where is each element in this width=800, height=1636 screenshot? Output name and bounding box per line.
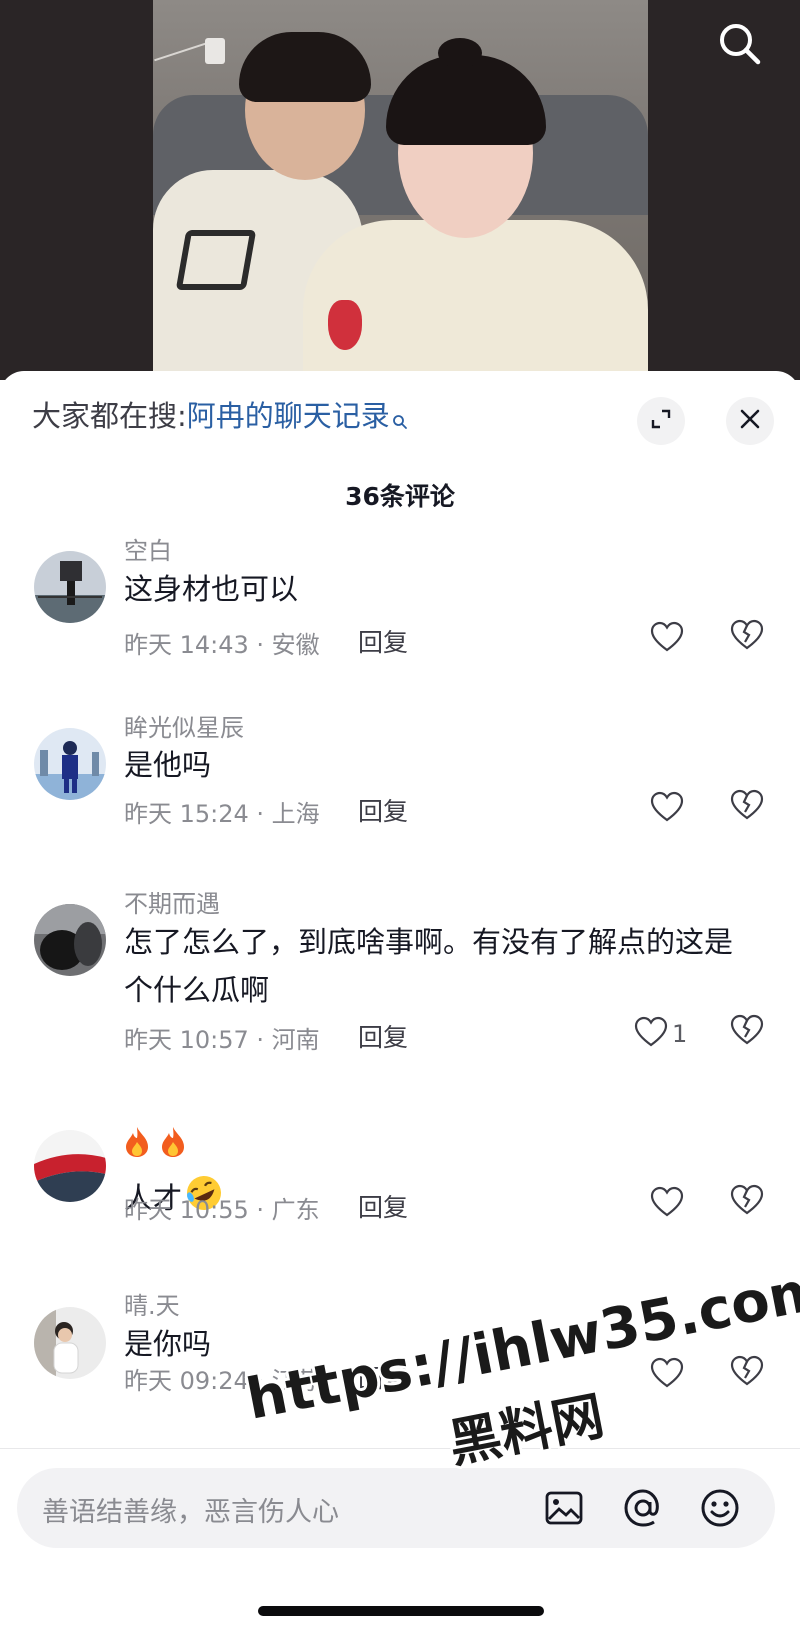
- comment-meta: 昨天 10:57 · 河南: [124, 1026, 320, 1054]
- reply-button[interactable]: 回复: [358, 1359, 408, 1395]
- divider: [0, 1448, 800, 1449]
- fire-emojis: [124, 1126, 196, 1158]
- home-indicator[interactable]: [258, 1606, 544, 1616]
- avatar[interactable]: [34, 904, 106, 976]
- expand-button[interactable]: [637, 397, 685, 445]
- avatar[interactable]: [34, 728, 106, 800]
- like-button[interactable]: [650, 619, 714, 659]
- heart-icon: [650, 1186, 684, 1222]
- comment-input[interactable]: 善语结善缘，恶言伤人心: [17, 1468, 775, 1548]
- broken-heart-icon[interactable]: [730, 1014, 770, 1054]
- comment-meta: 昨天 09:24 · 江苏: [124, 1367, 320, 1395]
- comment-text: 怎了怎么了，到底啥事啊。有没有了解点的这是个什么瓜啊: [124, 925, 734, 1007]
- hot-search-prefix: 大家都在搜:: [32, 399, 187, 433]
- avatar[interactable]: [34, 1130, 106, 1202]
- heart-icon: [650, 621, 684, 657]
- heart-icon: [650, 791, 684, 827]
- broken-heart-icon[interactable]: [730, 789, 770, 829]
- video-background: [0, 0, 800, 380]
- hot-search-bar: 大家都在搜:阿冉的聊天记录: [32, 396, 408, 440]
- search-icon[interactable]: [716, 20, 764, 68]
- video-frame: [153, 0, 648, 380]
- broken-heart-icon[interactable]: [730, 1184, 770, 1224]
- wall-plug: [205, 38, 225, 64]
- heart-icon: [634, 1016, 668, 1052]
- magnifier-icon: [392, 400, 408, 440]
- comment-text: 这身材也可以: [124, 572, 299, 606]
- shirt-heart-logo: [328, 300, 362, 350]
- expand-icon: [649, 407, 673, 435]
- avatar[interactable]: [34, 1307, 106, 1379]
- reply-button[interactable]: 回复: [358, 1188, 408, 1224]
- reply-button[interactable]: 回复: [358, 623, 408, 659]
- comment-text: 是他吗: [124, 748, 212, 782]
- like-button[interactable]: [650, 1184, 714, 1224]
- comment-username[interactable]: 眸光似星辰: [124, 708, 244, 743]
- reply-button[interactable]: 回复: [358, 1018, 408, 1054]
- comment-sheet: 大家都在搜:阿冉的聊天记录 36条评论 空白 这身材也可以 昨天 14:43 ·…: [0, 371, 800, 1636]
- shirt-print: [175, 230, 257, 290]
- cable: [154, 40, 212, 62]
- close-button[interactable]: [726, 397, 774, 445]
- like-button[interactable]: 1: [634, 1014, 698, 1054]
- like-button[interactable]: [650, 1355, 714, 1395]
- comment-username[interactable]: 晴.天: [124, 1286, 180, 1321]
- comment-input-placeholder: 善语结善缘，恶言伤人心: [42, 1497, 339, 1528]
- image-icon[interactable]: [541, 1485, 587, 1531]
- hot-search-link[interactable]: 阿冉的聊天记录: [187, 399, 390, 433]
- person-left-hair: [239, 32, 371, 102]
- like-count: 1: [672, 1020, 688, 1048]
- person-right-hair: [386, 55, 546, 145]
- broken-heart-icon[interactable]: [730, 619, 770, 659]
- comment-meta: 昨天 15:24 · 上海: [124, 800, 320, 828]
- emoji-icon[interactable]: [697, 1485, 743, 1531]
- comment-meta: 昨天 10:55 · 广东: [124, 1196, 320, 1224]
- comment-username[interactable]: 不期而遇: [124, 884, 220, 919]
- fire-icon: [160, 1126, 186, 1158]
- avatar[interactable]: [34, 551, 106, 623]
- fire-icon: [124, 1126, 150, 1158]
- at-icon[interactable]: [620, 1485, 666, 1531]
- comment-username[interactable]: 空白: [124, 531, 172, 566]
- broken-heart-icon[interactable]: [730, 1355, 770, 1395]
- heart-icon: [650, 1357, 684, 1393]
- comment-count: 36条评论: [345, 482, 455, 511]
- person-right-bun: [438, 38, 482, 68]
- comment-meta: 昨天 14:43 · 安徽: [124, 631, 320, 659]
- close-icon: [738, 407, 762, 435]
- like-button[interactable]: [650, 789, 714, 829]
- reply-button[interactable]: 回复: [358, 792, 408, 828]
- person-right-body: [303, 220, 648, 380]
